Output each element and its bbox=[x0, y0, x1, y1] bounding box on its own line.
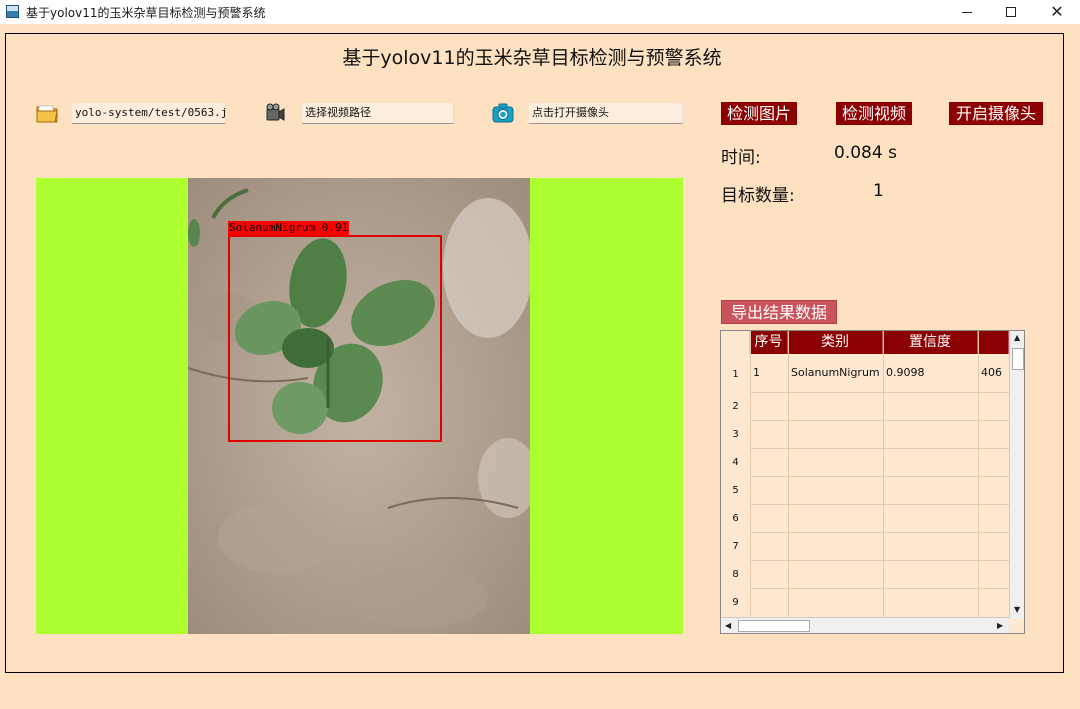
detect-video-button[interactable]: 检测视频 bbox=[836, 102, 912, 125]
horizontal-scrollbar[interactable]: ◀ ▶ bbox=[721, 617, 1009, 633]
close-button[interactable]: ✕ bbox=[1034, 0, 1080, 24]
corner-cell bbox=[721, 331, 750, 354]
table-cell-index[interactable]: 1 bbox=[753, 366, 760, 379]
page-title: 基于yolov11的玉米杂草目标检测与预警系统 bbox=[342, 47, 722, 69]
row-number: 5 bbox=[732, 485, 739, 496]
maximize-icon bbox=[1006, 7, 1016, 17]
time-value: 0.084 s bbox=[834, 143, 897, 163]
scroll-down-icon[interactable]: ▼ bbox=[1014, 605, 1020, 614]
minimize-button[interactable] bbox=[944, 0, 990, 24]
row-number: 4 bbox=[732, 457, 739, 468]
header-category[interactable]: 类别 bbox=[788, 331, 883, 354]
folder-icon[interactable] bbox=[36, 102, 58, 124]
maximize-button[interactable] bbox=[988, 0, 1034, 24]
results-table[interactable]: 序号 类别 置信度 1 2 3 4 5 6 7 8 9 1 SolanumNig… bbox=[720, 330, 1025, 634]
detection-label: SolanumNigrum 0.91 bbox=[228, 221, 350, 235]
app-icon bbox=[6, 5, 19, 18]
header-extra[interactable] bbox=[978, 331, 1009, 354]
scroll-left-icon[interactable]: ◀ bbox=[725, 621, 731, 630]
row-number: 7 bbox=[732, 541, 739, 552]
scroll-right-icon[interactable]: ▶ bbox=[997, 621, 1003, 630]
detection-image: SolanumNigrum 0.91 bbox=[188, 178, 530, 634]
row-number: 6 bbox=[732, 513, 739, 524]
table-cell-extra[interactable]: 406 bbox=[981, 366, 1002, 379]
detection-bounding-box bbox=[228, 235, 442, 442]
row-number: 1 bbox=[732, 369, 739, 380]
table-cell-category[interactable]: SolanumNigrum bbox=[791, 366, 880, 379]
window-titlebar: 基于yolov11的玉米杂草目标检测与预警系统 ✕ bbox=[0, 0, 1080, 24]
vertical-scroll-thumb[interactable] bbox=[1012, 348, 1024, 370]
detect-image-button[interactable]: 检测图片 bbox=[721, 102, 797, 125]
video-camera-icon[interactable] bbox=[264, 102, 286, 124]
header-index[interactable]: 序号 bbox=[750, 331, 788, 354]
camera-icon[interactable] bbox=[492, 102, 514, 124]
row-number: 9 bbox=[732, 597, 739, 608]
scroll-up-icon[interactable]: ▲ bbox=[1014, 333, 1020, 342]
time-label: 时间: bbox=[721, 148, 761, 168]
row-number: 3 bbox=[732, 429, 739, 440]
table-cell-confidence[interactable]: 0.9098 bbox=[886, 366, 925, 379]
minimize-icon bbox=[962, 11, 972, 13]
vertical-scrollbar[interactable]: ▲ ▼ bbox=[1009, 331, 1024, 619]
row-number: 2 bbox=[732, 401, 739, 412]
camera-field[interactable]: 点击打开摄像头 bbox=[529, 103, 683, 124]
open-camera-button[interactable]: 开启摄像头 bbox=[949, 102, 1043, 125]
table-header: 序号 类别 置信度 bbox=[721, 331, 1009, 354]
header-confidence[interactable]: 置信度 bbox=[883, 331, 978, 354]
video-path-field[interactable]: 选择视频路径 bbox=[302, 103, 454, 124]
window-title: 基于yolov11的玉米杂草目标检测与预警系统 bbox=[26, 6, 266, 20]
target-count-value: 1 bbox=[873, 181, 884, 201]
close-icon: ✕ bbox=[1050, 2, 1064, 21]
horizontal-scroll-thumb[interactable] bbox=[738, 620, 810, 632]
export-results-button[interactable]: 导出结果数据 bbox=[721, 300, 837, 324]
row-number: 8 bbox=[732, 569, 739, 580]
target-count-label: 目标数量: bbox=[721, 186, 795, 206]
image-path-field[interactable]: yolo-system/test/0563.jpg bbox=[72, 103, 226, 124]
